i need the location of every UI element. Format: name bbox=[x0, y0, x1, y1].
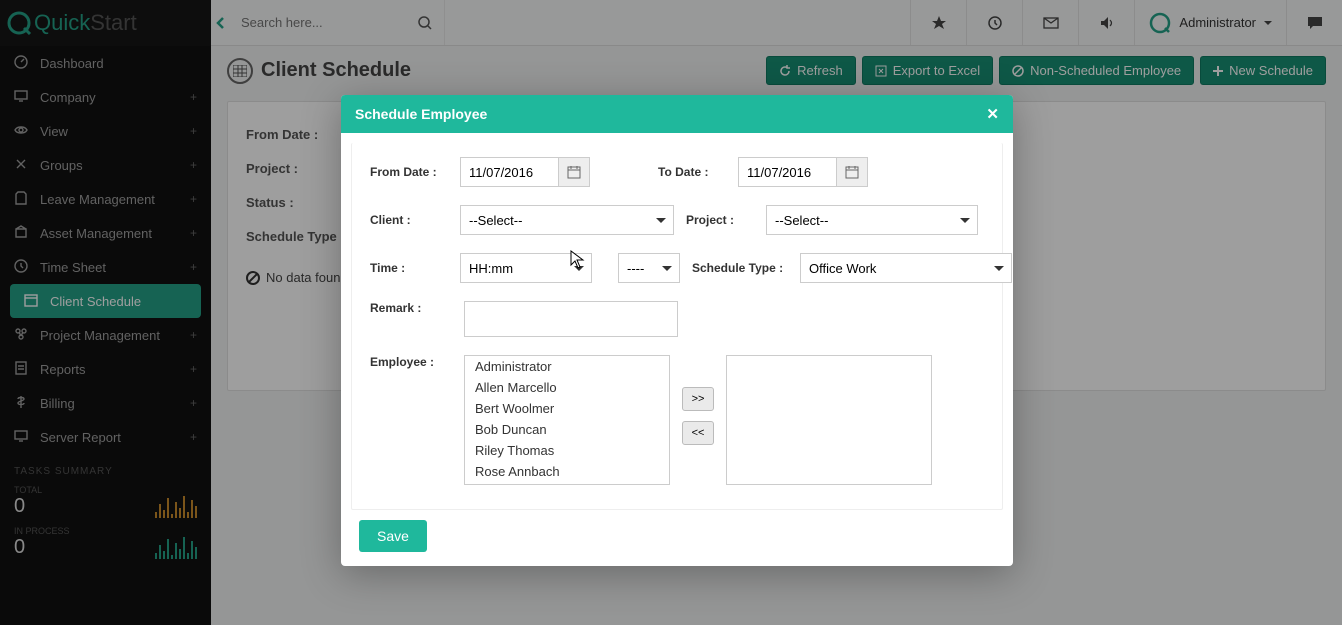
to-date-label: To Date : bbox=[658, 165, 730, 179]
employee-option[interactable]: Rose Annbach bbox=[465, 461, 669, 482]
calendar-icon bbox=[567, 165, 581, 179]
to-date-picker-button[interactable] bbox=[836, 157, 868, 187]
schedule-employee-modal: Schedule Employee ✕ From Date : To Date … bbox=[341, 95, 1013, 566]
project-select[interactable]: --Select-- bbox=[766, 205, 978, 235]
time-label: Time : bbox=[370, 261, 452, 275]
move-right-button[interactable]: >> bbox=[682, 387, 714, 411]
time-from-select[interactable]: HH:mm bbox=[460, 253, 592, 283]
from-date-input[interactable] bbox=[460, 157, 558, 187]
calendar-icon bbox=[845, 165, 859, 179]
remark-label: Remark : bbox=[370, 301, 452, 315]
remark-textarea[interactable] bbox=[464, 301, 678, 337]
client-select[interactable]: --Select-- bbox=[460, 205, 674, 235]
employee-option[interactable]: Bert Woolmer bbox=[465, 398, 669, 419]
modal-title: Schedule Employee bbox=[355, 106, 487, 122]
employee-option[interactable]: Bob Duncan bbox=[465, 419, 669, 440]
project-label: Project : bbox=[686, 213, 758, 227]
schedule-type-label: Schedule Type : bbox=[692, 261, 792, 275]
schedule-type-select[interactable]: Office Work bbox=[800, 253, 1012, 283]
employee-option[interactable]: Administrator bbox=[465, 356, 669, 377]
employee-option[interactable]: Allen Marcello bbox=[465, 377, 669, 398]
move-left-button[interactable]: << bbox=[682, 421, 714, 445]
employee-target-list[interactable] bbox=[726, 355, 932, 485]
modal-close-button[interactable]: ✕ bbox=[986, 105, 999, 123]
employee-source-list[interactable]: AdministratorAllen MarcelloBert WoolmerB… bbox=[464, 355, 670, 485]
from-date-picker-button[interactable] bbox=[558, 157, 590, 187]
client-label: Client : bbox=[370, 213, 452, 227]
time-to-select[interactable]: ---- bbox=[618, 253, 680, 283]
employee-option[interactable]: Riley Thomas bbox=[465, 440, 669, 461]
to-date-input[interactable] bbox=[738, 157, 836, 187]
from-date-label: From Date : bbox=[370, 165, 452, 179]
employee-label: Employee : bbox=[370, 355, 452, 369]
save-button[interactable]: Save bbox=[359, 520, 427, 552]
modal-header: Schedule Employee ✕ bbox=[341, 95, 1013, 133]
